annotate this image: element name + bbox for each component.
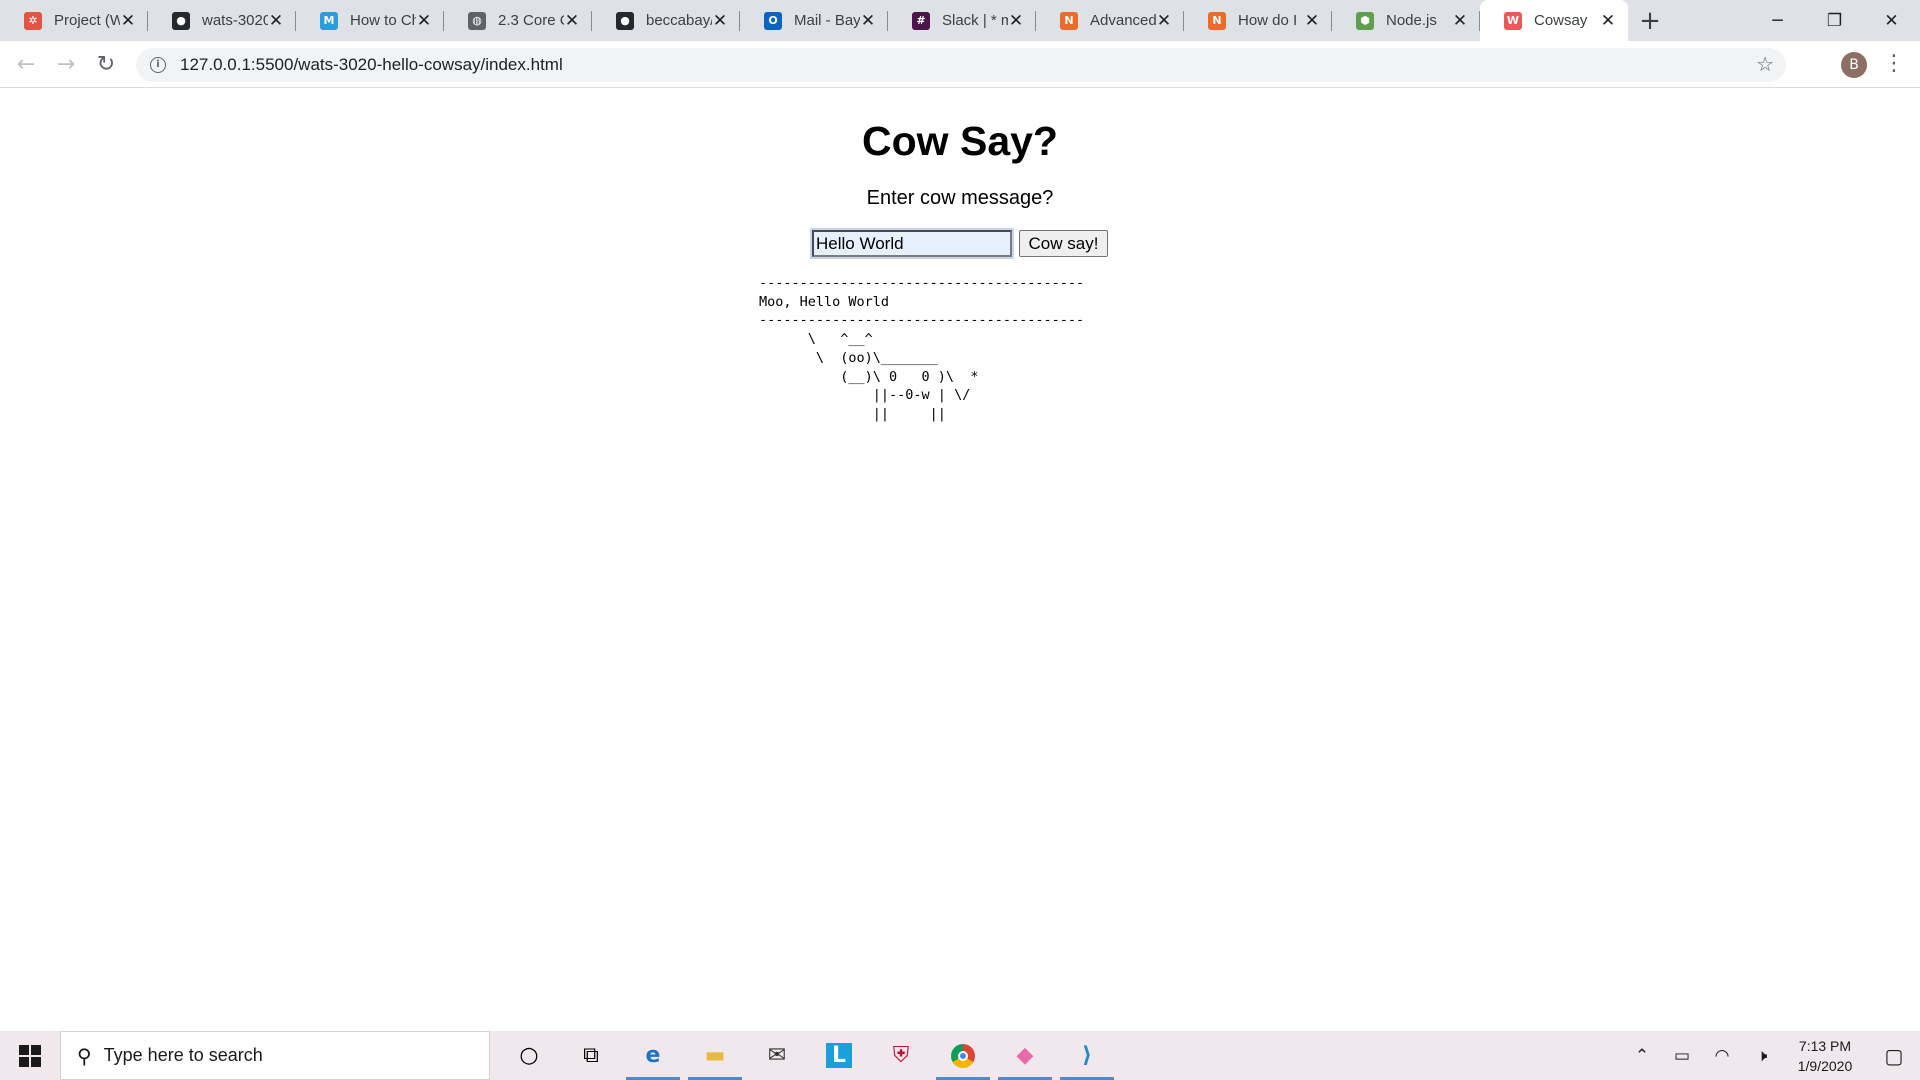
m-icon: M <box>320 11 338 30</box>
tab-title: Advanced <box>1090 12 1156 29</box>
browser-tab[interactable]: ● wats-3020 ✕ <box>148 0 296 41</box>
new-tab-button[interactable]: + <box>1628 0 1672 41</box>
browser-tab[interactable]: M How to Ch ✕ <box>296 0 444 41</box>
nodejs-icon: ⬢ <box>1356 11 1374 30</box>
cowsay-output: ----------------------------------------… <box>759 275 1085 422</box>
tab-title: beccabay/ <box>646 12 712 29</box>
chrome-icon[interactable] <box>932 1031 994 1080</box>
address-bar[interactable]: i 127.0.0.1:5500/wats-3020-hello-cowsay/… <box>136 48 1786 82</box>
menu-kebab-icon[interactable]: ⋮ <box>1882 49 1906 81</box>
tab-title: Project (W <box>54 12 120 29</box>
l-app-icon[interactable]: L <box>808 1031 870 1080</box>
windows-taskbar: ⚲ Type here to search ○ ⧉ e ▬ ✉ L ⛨ ◆ ⟩ … <box>0 1031 1920 1080</box>
browser-tab-strip: ✲ Project (W ✕ ● wats-3020 ✕ M How to Ch ✕ ◍ 2.3 C… <box>0 0 1920 41</box>
browser-tab[interactable]: ◍ 2.3 Core C ✕ <box>444 0 592 41</box>
tab-close-icon[interactable]: ✕ <box>860 11 876 31</box>
shield-app-icon[interactable]: ⛨ <box>870 1031 932 1080</box>
tab-close-icon[interactable]: ✕ <box>1008 11 1024 31</box>
window-controls: ─ ❐ ✕ <box>1749 0 1920 41</box>
tab-close-icon[interactable]: ✕ <box>1452 11 1468 31</box>
tab-title: How to Ch <box>350 12 416 29</box>
message-prompt-label: Enter cow message? <box>866 187 1054 209</box>
tutorial-icon: N <box>1060 11 1078 30</box>
notification-icon[interactable]: ▢ <box>1868 1044 1920 1068</box>
browser-tab[interactable]: ⬢ Node.js ✕ <box>1332 0 1480 41</box>
chevron-up-icon[interactable]: ⌃ <box>1622 1046 1662 1066</box>
battery-icon[interactable]: ▭ <box>1662 1046 1702 1066</box>
tab-close-icon[interactable]: ✕ <box>1600 11 1616 31</box>
tab-title: 2.3 Core C <box>498 12 564 29</box>
tab-title: Node.js <box>1386 12 1437 29</box>
wifi-icon[interactable]: ◠ <box>1702 1046 1742 1066</box>
tutorial-icon: N <box>1208 11 1226 30</box>
mail-icon[interactable]: ✉ <box>746 1031 808 1080</box>
url-text[interactable]: 127.0.0.1:5500/wats-3020-hello-cowsay/in… <box>180 55 563 75</box>
outlook-icon: O <box>764 11 782 30</box>
github-icon: ● <box>616 11 634 30</box>
tab-title: Cowsay <box>1534 12 1588 29</box>
site-info-icon[interactable]: i <box>150 57 166 73</box>
tab-close-icon[interactable]: ✕ <box>1156 11 1172 31</box>
tab-close-icon[interactable]: ✕ <box>712 11 728 31</box>
github-icon: ● <box>172 11 190 30</box>
page-content: Cow Say? Enter cow message? Cow say! ---… <box>0 89 1920 1031</box>
browser-tab[interactable]: N Advanced ✕ <box>1036 0 1184 41</box>
tab-title: Mail - Bay <box>794 12 860 29</box>
tab-close-icon[interactable]: ✕ <box>564 11 580 31</box>
minimize-icon[interactable]: ─ <box>1749 0 1806 41</box>
globe-icon: ◍ <box>468 11 486 30</box>
taskbar-search[interactable]: ⚲ Type here to search <box>60 1031 490 1080</box>
clock-time: 7:13 PM <box>1798 1037 1852 1054</box>
project-icon: ✲ <box>24 11 42 30</box>
tab-close-icon[interactable]: ✕ <box>120 11 136 31</box>
vscode-icon[interactable]: ⟩ <box>1056 1031 1118 1080</box>
tab-close-icon[interactable]: ✕ <box>416 11 432 31</box>
browser-tab[interactable]: ✲ Project (W ✕ <box>0 0 148 41</box>
paint-app-icon[interactable]: ◆ <box>994 1031 1056 1080</box>
tab-title: wats-3020 <box>202 12 268 29</box>
cortana-icon[interactable]: ○ <box>498 1031 560 1080</box>
browser-toolbar: ← → ↻ i 127.0.0.1:5500/wats-3020-hello-c… <box>0 41 1920 88</box>
browser-tab[interactable]: O Mail - Bay ✕ <box>740 0 888 41</box>
cow-form: Cow say! <box>0 228 1920 259</box>
search-icon: ⚲ <box>77 1043 92 1068</box>
task-view-icon[interactable]: ⧉ <box>560 1031 622 1080</box>
reload-icon[interactable]: ↻ <box>86 44 126 84</box>
cow-say-button[interactable]: Cow say! <box>1019 230 1108 257</box>
volume-muted-icon[interactable]: 🕨 <box>1742 1046 1782 1066</box>
page-title: Cow Say? <box>862 118 1058 164</box>
profile-avatar[interactable]: B <box>1841 52 1867 78</box>
tab-title: Slack | * m <box>942 12 1008 29</box>
slack-icon: # <box>912 11 930 30</box>
clock[interactable]: 7:13 PM 1/9/2020 <box>1782 1036 1868 1076</box>
close-window-icon[interactable]: ✕ <box>1863 0 1920 41</box>
tab-title: How do I <box>1238 12 1298 29</box>
windows-logo-icon <box>19 1044 41 1067</box>
clock-date: 1/9/2020 <box>1797 1057 1853 1074</box>
restore-icon[interactable]: ❐ <box>1806 0 1863 41</box>
cowsay-icon: W <box>1504 11 1522 30</box>
message-input[interactable] <box>810 228 1014 259</box>
browser-tab[interactable]: W Cowsay ✕ <box>1480 0 1628 41</box>
start-button[interactable] <box>0 1031 60 1080</box>
edge-icon[interactable]: e <box>622 1031 684 1080</box>
browser-tab[interactable]: # Slack | * m ✕ <box>888 0 1036 41</box>
back-icon[interactable]: ← <box>6 44 46 84</box>
file-explorer-icon[interactable]: ▬ <box>684 1031 746 1080</box>
forward-icon[interactable]: → <box>46 44 86 84</box>
browser-tab[interactable]: N How do I ✕ <box>1184 0 1332 41</box>
tab-close-icon[interactable]: ✕ <box>268 11 284 31</box>
system-tray: ⌃ ▭ ◠ 🕨 7:13 PM 1/9/2020 ▢ <box>1622 1031 1920 1080</box>
bookmark-star-icon[interactable]: ☆ <box>1756 52 1774 76</box>
search-placeholder: Type here to search <box>103 1045 263 1065</box>
browser-tab[interactable]: ● beccabay/✕ <box>592 0 740 41</box>
tab-close-icon[interactable]: ✕ <box>1304 11 1320 31</box>
